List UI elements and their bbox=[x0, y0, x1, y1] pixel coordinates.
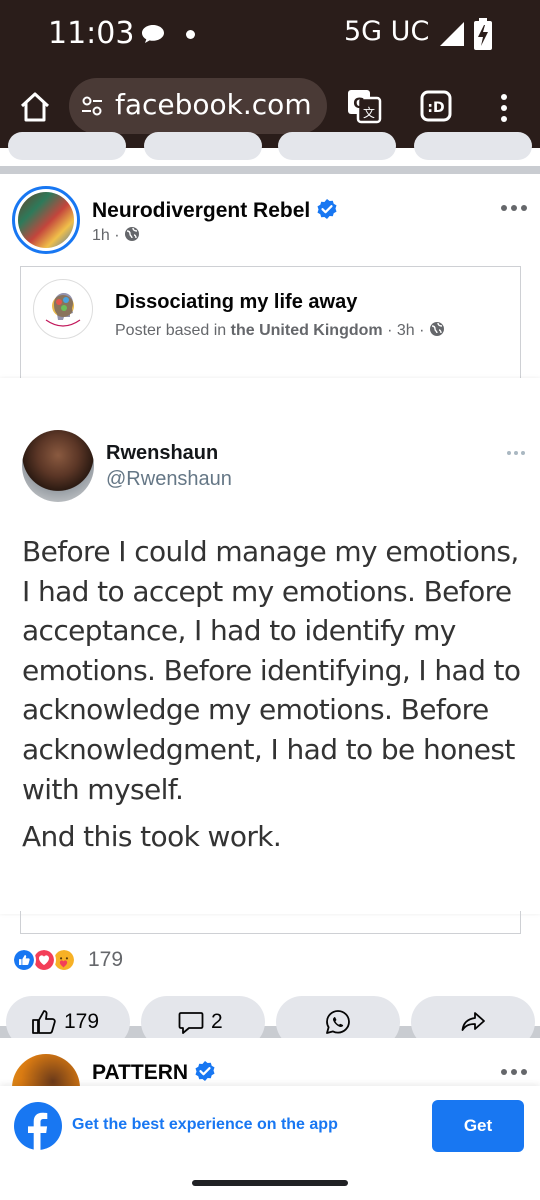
verified-badge-icon bbox=[195, 1061, 215, 1081]
author-avatar[interactable] bbox=[12, 186, 80, 254]
svg-text::D: :D bbox=[427, 100, 444, 116]
home-icon[interactable] bbox=[18, 90, 52, 124]
prev-action-button[interactable] bbox=[414, 132, 532, 160]
status-bar: 11:03 5G UC bbox=[0, 0, 540, 68]
notification-dot bbox=[186, 30, 195, 39]
head-logo-icon bbox=[45, 293, 81, 327]
reaction-count[interactable]: 179 bbox=[88, 948, 123, 972]
prev-action-button[interactable] bbox=[278, 132, 396, 160]
meta-location: the United Kingdom bbox=[230, 322, 383, 339]
group-logo[interactable] bbox=[33, 279, 93, 339]
more-options-icon[interactable] bbox=[500, 204, 528, 212]
tweet-image[interactable]: Rwenshaun @Rwenshaun Before I could mana… bbox=[0, 378, 540, 914]
tweet-text-closing: And this took work. bbox=[22, 820, 282, 853]
previous-post-actions bbox=[0, 132, 540, 166]
tweet-more-icon bbox=[507, 451, 525, 455]
address-bar[interactable]: facebook.com bbox=[69, 78, 327, 134]
get-app-button[interactable]: Get bbox=[432, 1100, 524, 1152]
shared-card-footer bbox=[20, 911, 521, 934]
post-time[interactable]: 1h bbox=[92, 227, 110, 244]
shared-time[interactable]: 3h bbox=[397, 322, 415, 339]
tweet-author-name: Rwenshaun bbox=[106, 442, 219, 464]
meta-separator: · bbox=[114, 227, 120, 244]
verified-badge-icon bbox=[317, 199, 337, 219]
url-text: facebook.com bbox=[115, 88, 312, 121]
prev-action-button[interactable] bbox=[8, 132, 126, 160]
next-post-author[interactable]: PATTERN bbox=[92, 1060, 216, 1085]
author-name[interactable]: Neurodivergent Rebel bbox=[92, 199, 310, 222]
overflow-menu-icon[interactable] bbox=[496, 92, 512, 124]
share-icon bbox=[461, 1012, 485, 1031]
post-author[interactable]: Neurodivergent Rebel bbox=[92, 198, 338, 223]
signal-icon bbox=[440, 22, 464, 46]
next-author-name[interactable]: PATTERN bbox=[92, 1061, 188, 1084]
news-feed: Neurodivergent Rebel 1h · Dissociating m… bbox=[0, 132, 540, 1200]
navigation-gesture-area bbox=[0, 1166, 540, 1200]
globe-icon bbox=[429, 322, 444, 336]
like-icon bbox=[32, 1010, 56, 1034]
whatsapp-icon bbox=[326, 1010, 350, 1034]
meta-separator: · bbox=[419, 322, 425, 339]
gesture-handle[interactable] bbox=[192, 1180, 348, 1186]
meta-prefix: Poster based in bbox=[115, 322, 227, 339]
status-time: 11:03 bbox=[48, 16, 135, 51]
tweet-text: Before I could manage my emotions, I had… bbox=[22, 535, 521, 806]
comment-icon bbox=[178, 1012, 204, 1034]
message-notification-icon bbox=[142, 25, 164, 43]
translate-icon[interactable]: G 文 bbox=[346, 88, 382, 124]
prev-action-button[interactable] bbox=[144, 132, 262, 160]
site-settings-icon[interactable] bbox=[81, 95, 103, 117]
group-name[interactable]: Dissociating my life away bbox=[115, 291, 357, 314]
more-options-icon[interactable] bbox=[500, 1068, 528, 1076]
avatar-image bbox=[18, 192, 74, 248]
facebook-logo-icon bbox=[14, 1102, 62, 1150]
tweet-author-handle: @Rwenshaun bbox=[106, 468, 232, 490]
like-reaction-icon bbox=[12, 948, 36, 972]
group-meta: Poster based in the United Kingdom · 3h … bbox=[115, 321, 445, 340]
svg-text:文: 文 bbox=[363, 105, 375, 120]
tweet-author-avatar bbox=[22, 430, 94, 502]
comment-count: 2 bbox=[211, 1010, 223, 1033]
open-in-app-banner: Get the best experience on the app Get bbox=[0, 1086, 540, 1166]
feed-post: Neurodivergent Rebel 1h · Dissociating m… bbox=[0, 174, 540, 1048]
battery-charging-icon bbox=[474, 18, 492, 50]
like-count: 179 bbox=[64, 1010, 100, 1033]
post-meta: 1h · bbox=[92, 226, 140, 245]
banner-text[interactable]: Get the best experience on the app bbox=[72, 1116, 338, 1134]
globe-icon bbox=[125, 227, 140, 241]
extension-icon[interactable]: :D bbox=[420, 90, 452, 122]
network-type: 5G UC bbox=[344, 16, 430, 47]
meta-separator: · bbox=[387, 322, 393, 339]
